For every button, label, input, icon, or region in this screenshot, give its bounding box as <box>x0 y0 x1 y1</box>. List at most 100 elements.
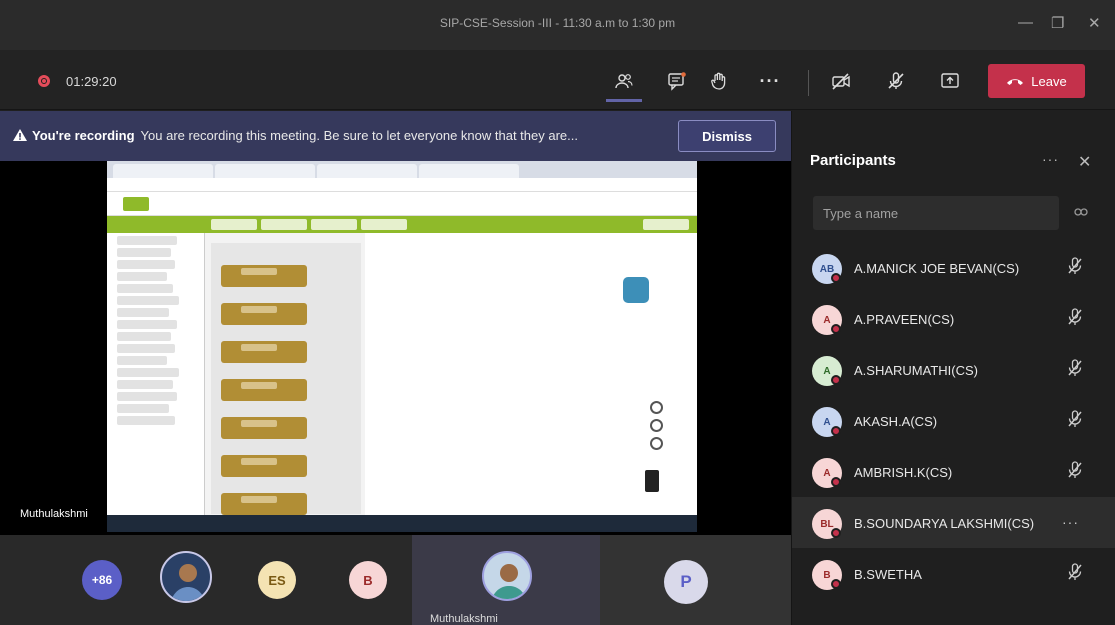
code-block <box>221 341 307 363</box>
banner-text: You are recording this meeting. Be sure … <box>140 128 578 143</box>
participant-row[interactable]: BL B.SOUNDARYA LAKSHMI(CS) ··· <box>792 497 1115 548</box>
shared-taskbar <box>107 515 697 532</box>
presenter-name-label: Muthulakshmi <box>20 508 88 520</box>
participant-search <box>813 196 1059 230</box>
zoom-reset-icon <box>650 401 663 414</box>
more-actions-icon[interactable]: ··· <box>756 68 784 94</box>
panel-more-icon[interactable]: ··· <box>1042 151 1059 167</box>
participant-row[interactable]: A A.SHARUMATHI(CS) <box>792 344 1115 395</box>
recording-icon <box>38 75 50 87</box>
participant-avatar-p[interactable]: P <box>664 560 708 604</box>
leave-label: Leave <box>1031 73 1067 89</box>
maximize-icon[interactable]: ❐ <box>1051 14 1064 32</box>
panel-title: Participants <box>810 152 896 169</box>
raise-hand-icon[interactable] <box>705 68 733 94</box>
meeting-timer: 01:29:20 <box>66 74 117 89</box>
presence-badge <box>831 375 841 385</box>
code-block <box>221 493 307 515</box>
recording-banner: You're recording You are recording this m… <box>0 111 791 161</box>
mic-muted-icon <box>1067 308 1083 331</box>
mic-muted-icon <box>1067 410 1083 433</box>
shared-screen-content <box>107 161 697 532</box>
overflow-participants-button[interactable]: +86 <box>82 560 122 600</box>
toolbar-divider <box>808 70 809 96</box>
mic-muted-icon <box>1067 359 1083 382</box>
participant-row[interactable]: AB A.MANICK JOE BEVAN(CS) <box>792 242 1115 293</box>
hang-up-icon <box>1007 79 1024 85</box>
presence-badge <box>831 528 841 538</box>
participants-panel: Participants ··· ✕ ABA.MANICK JOE BEVAN(… <box>791 111 1115 625</box>
person-photo-icon <box>170 564 206 601</box>
participant-name: AKASH.A(CS) <box>854 414 938 429</box>
chat-icon[interactable] <box>663 68 691 94</box>
minimize-icon[interactable]: — <box>1018 14 1033 31</box>
app-logo <box>123 197 149 211</box>
app-menu-bar <box>107 216 697 233</box>
title-bar: SIP-CSE-Session -III - 11:30 a.m to 1:30… <box>0 0 1115 50</box>
browser-address-bar <box>107 178 697 192</box>
browser-tab-strip <box>107 161 697 178</box>
code-block <box>221 265 307 287</box>
participant-row[interactable]: A A.PRAVEEN(CS) <box>792 293 1115 344</box>
participants-icon[interactable] <box>606 68 642 102</box>
mic-muted-icon <box>1067 461 1083 484</box>
presence-badge <box>831 579 841 589</box>
shared-screen-stage: Muthulakshmi <box>0 161 791 535</box>
app-header <box>107 192 697 216</box>
presence-badge <box>831 324 841 334</box>
dismiss-button[interactable]: Dismiss <box>678 120 776 152</box>
code-block <box>221 455 307 477</box>
share-tray-icon[interactable] <box>936 68 964 94</box>
leave-button[interactable]: Leave <box>988 64 1085 98</box>
participant-row[interactable]: A AMBRISH.K(CS) <box>792 446 1115 497</box>
browser-tab <box>215 164 315 178</box>
active-speaker-tile[interactable] <box>412 535 600 625</box>
warning-icon <box>12 128 28 147</box>
participant-row[interactable]: A AKASH.A(CS) <box>792 395 1115 446</box>
meeting-toolbar: 01:29:20 ··· <box>0 50 1115 110</box>
participant-name: B.SWETHA <box>854 567 922 582</box>
camera-off-icon[interactable] <box>827 68 855 94</box>
browser-tab <box>419 164 519 178</box>
browser-tab <box>317 164 417 178</box>
backpack-icon <box>623 277 649 303</box>
participant-row[interactable]: B B.SWETHA <box>792 548 1115 599</box>
participant-name: A.SHARUMATHI(CS) <box>854 363 978 378</box>
trash-icon <box>645 470 659 492</box>
zoom-in-icon <box>650 419 663 432</box>
active-speaker-name: Muthulakshmi <box>430 613 498 625</box>
participant-avatar-es[interactable]: ES <box>258 561 296 599</box>
mic-muted-icon <box>1067 563 1083 586</box>
close-panel-icon[interactable]: ✕ <box>1078 152 1091 172</box>
banner-title: You're recording <box>32 128 135 143</box>
participant-more-icon[interactable]: ··· <box>1062 514 1079 530</box>
speaker-photo <box>482 551 532 601</box>
blocks-drawer <box>211 243 361 515</box>
zoom-out-icon <box>650 437 663 450</box>
participant-search-input[interactable] <box>813 196 1059 230</box>
code-block <box>221 303 307 325</box>
participant-name: A.MANICK JOE BEVAN(CS) <box>854 261 1020 276</box>
code-block <box>221 417 307 439</box>
browser-tab <box>113 164 213 178</box>
presence-badge <box>831 426 841 436</box>
blocks-workspace <box>365 233 697 532</box>
close-icon[interactable]: ✕ <box>1088 14 1101 32</box>
mic-muted-icon[interactable] <box>882 68 910 94</box>
share-invite-icon[interactable] <box>1073 204 1089 225</box>
participant-name: AMBRISH.K(CS) <box>854 465 953 480</box>
person-photo-icon <box>491 564 527 599</box>
participant-video-tile[interactable] <box>160 551 212 603</box>
video-gallery: +86 ES B Muthulakshmi P <box>0 535 791 625</box>
window-title: SIP-CSE-Session -III - 11:30 a.m to 1:30… <box>439 16 676 30</box>
participant-avatar-b[interactable]: B <box>349 561 387 599</box>
presence-badge <box>831 273 841 283</box>
participant-name: A.PRAVEEN(CS) <box>854 312 955 327</box>
presence-badge <box>831 477 841 487</box>
banner-message: You're recording You are recording this m… <box>32 128 578 143</box>
participant-name: B.SOUNDARYA LAKSHMI(CS) <box>854 516 1035 531</box>
app-workspace-area <box>107 233 697 532</box>
mic-muted-icon <box>1067 257 1083 280</box>
code-block <box>221 379 307 401</box>
blocks-palette <box>107 233 205 532</box>
